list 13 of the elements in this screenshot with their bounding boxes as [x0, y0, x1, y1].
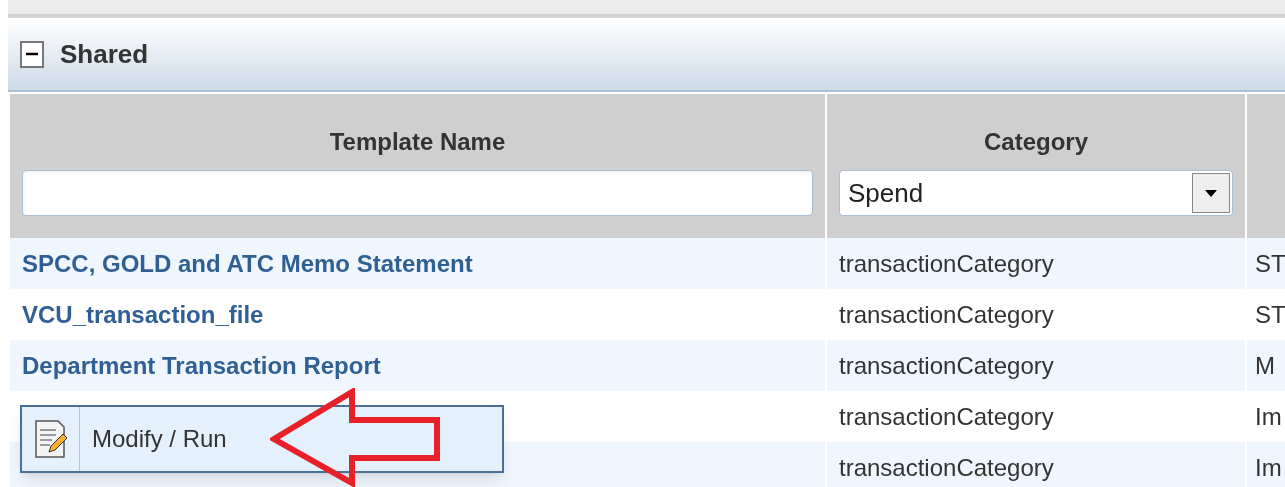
- table-cell-text: Im: [1255, 401, 1282, 432]
- table-cell-text: ST: [1255, 248, 1285, 279]
- table-cell-text: Im: [1255, 452, 1282, 483]
- table-cell-text: transactionCategory: [839, 248, 1054, 279]
- table-cell-text: ST: [1255, 299, 1285, 330]
- table-cell-text: transactionCategory: [839, 452, 1054, 483]
- table-cell-text: transactionCategory: [839, 299, 1054, 330]
- table-cell-text: M: [1255, 350, 1275, 381]
- table-cell-text: transactionCategory: [839, 350, 1054, 381]
- table-cell-text: transactionCategory: [839, 401, 1054, 432]
- column-header: Category: [984, 130, 1088, 154]
- column-header: Template Name: [329, 130, 506, 154]
- panel-title: Shared: [60, 37, 149, 71]
